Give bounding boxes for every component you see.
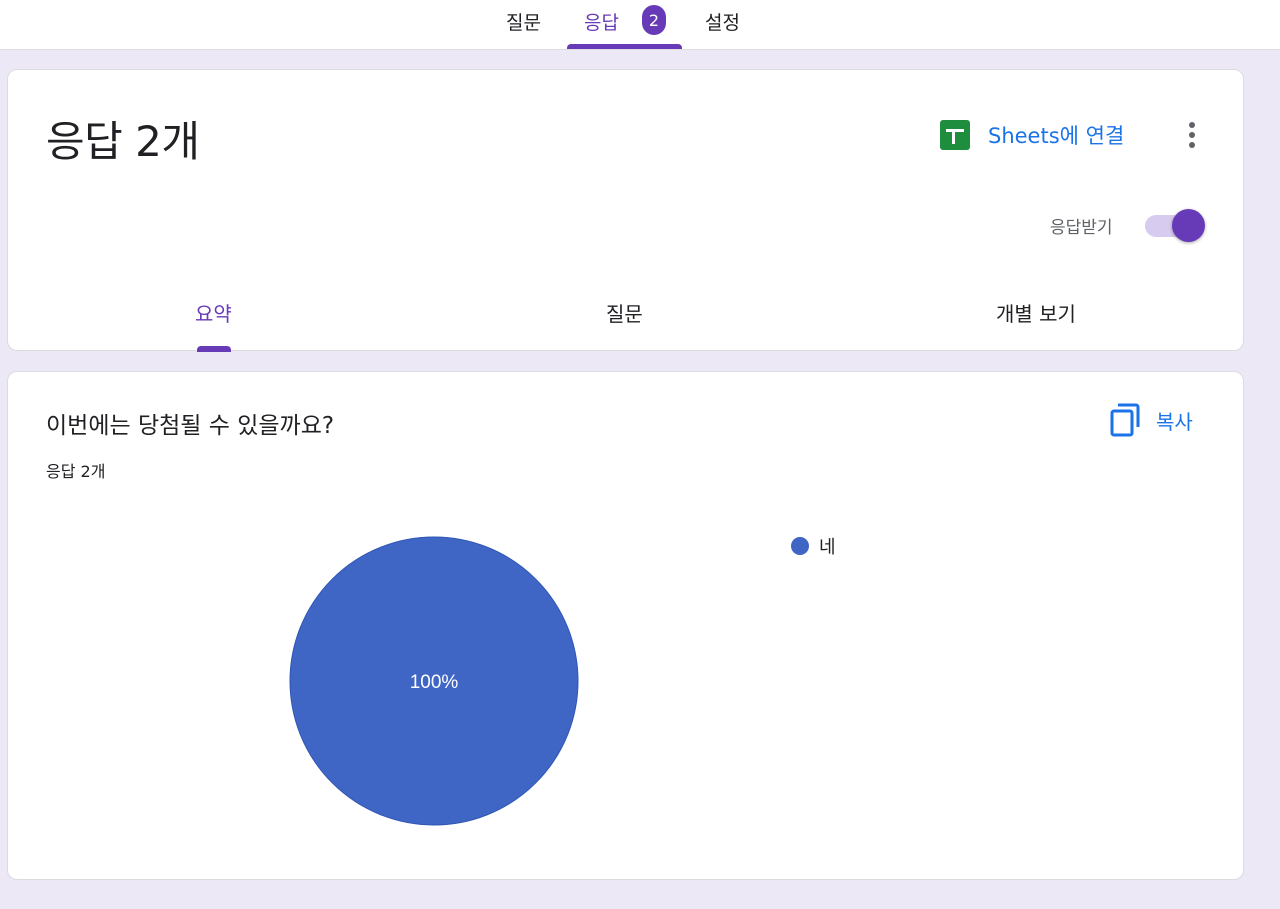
- tab-settings-label: 설정: [705, 12, 740, 34]
- top-nav: 질문 응답 2 설정: [0, 0, 1280, 50]
- accepting-responses-label: 응답받기: [1050, 218, 1113, 238]
- page-title: 응답 2개: [46, 117, 200, 166]
- link-to-sheets-button[interactable]: Sheets에 연결: [940, 118, 1124, 152]
- tab-questions-label: 질문: [506, 12, 541, 34]
- subtab-question[interactable]: 질문: [606, 298, 643, 327]
- tab-settings[interactable]: 설정: [705, 0, 740, 50]
- subtab-summary[interactable]: 요약: [195, 298, 232, 327]
- google-sheets-icon: [940, 120, 970, 150]
- responses-header-card: 응답 2개 Sheets에 연결 응답받기 요약 질문 개별 보기: [7, 69, 1244, 352]
- legend-label-0: 네: [819, 537, 836, 558]
- tab-questions[interactable]: 질문: [506, 0, 541, 50]
- subtab-summary-label: 요약: [195, 302, 232, 326]
- tab-responses-label: 응답: [584, 12, 619, 34]
- subtab-individual[interactable]: 개별 보기: [996, 298, 1076, 327]
- pie-chart: 100% 네: [289, 536, 836, 826]
- link-to-sheets-label: Sheets에 연결: [988, 124, 1125, 148]
- more-vert-icon[interactable]: [1182, 120, 1202, 150]
- tab-responses[interactable]: 응답: [584, 0, 619, 50]
- responses-count-badge: 2: [642, 5, 666, 35]
- toggle-knob[interactable]: [1172, 209, 1205, 242]
- legend-swatch-0: [791, 537, 809, 555]
- subtab-individual-label: 개별 보기: [996, 302, 1076, 326]
- active-subtab-indicator: [197, 346, 231, 352]
- active-tab-indicator: [567, 44, 682, 49]
- pie-data-label-0: 100%: [410, 672, 459, 693]
- question-summary-card: 이번에는 당첨될 수 있을까요? 응답 2개 복사 100% 네: [7, 371, 1244, 880]
- subtab-question-label: 질문: [606, 302, 643, 326]
